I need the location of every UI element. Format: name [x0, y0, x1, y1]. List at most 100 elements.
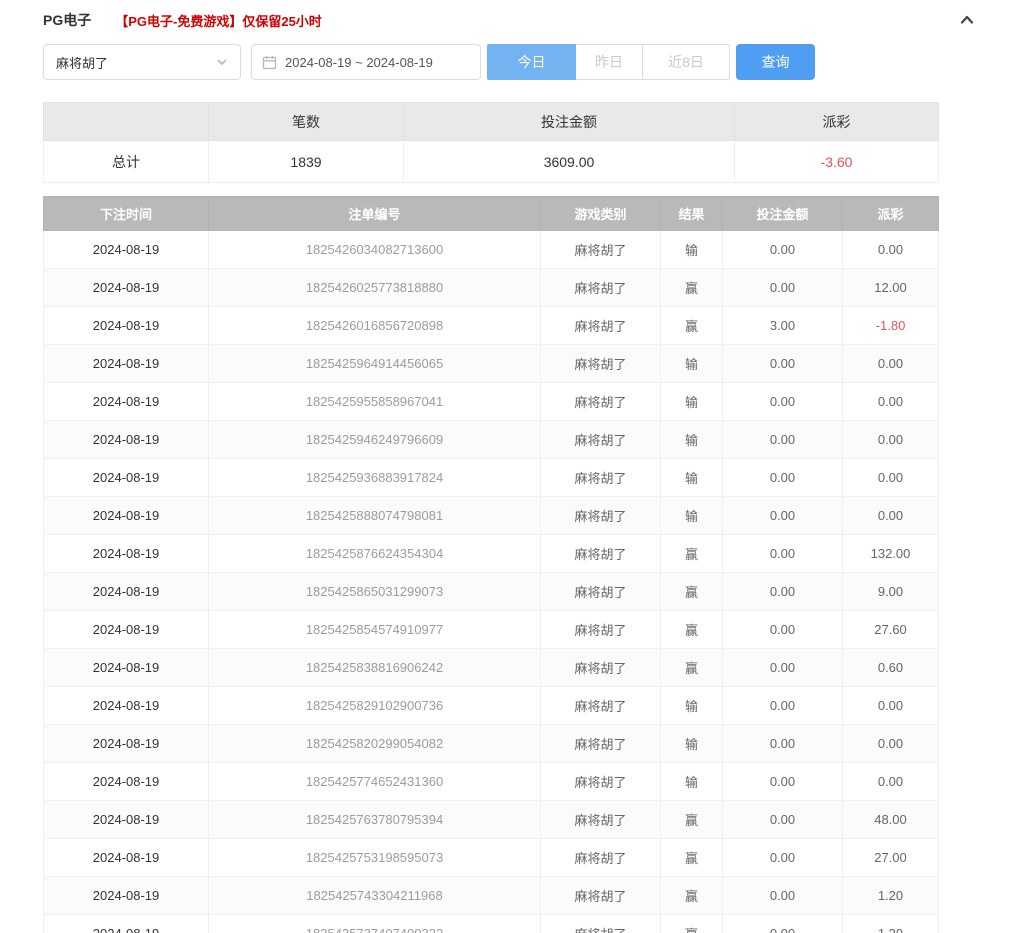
result-cell: 输 [661, 231, 723, 269]
bet-time-cell: 2024-08-19 [44, 459, 209, 497]
quick-filter-yesterday[interactable]: 昨日 [575, 44, 643, 80]
payout-cell: 0.00 [843, 421, 939, 459]
table-row: 2024-08-191825425946249796609麻将胡了输0.000.… [44, 421, 939, 459]
payout-cell: 1.20 [843, 915, 939, 933]
result-cell: 输 [661, 383, 723, 421]
summary-total-count: 1839 [209, 141, 404, 183]
result-cell: 赢 [661, 307, 723, 345]
bet-id-cell: 1825425737407400322 [209, 915, 541, 933]
payout-cell: 0.00 [843, 383, 939, 421]
table-row: 2024-08-191825425753198595073麻将胡了赢0.0027… [44, 839, 939, 877]
bet-id-cell: 1825425964914456065 [209, 345, 541, 383]
payout-cell: 27.60 [843, 611, 939, 649]
bet-amount-cell: 0.00 [723, 839, 843, 877]
game-type-cell: 麻将胡了 [541, 725, 661, 763]
bet-id-cell: 1825425936883917824 [209, 459, 541, 497]
game-type-cell: 麻将胡了 [541, 763, 661, 801]
bet-time-cell: 2024-08-19 [44, 421, 209, 459]
result-cell: 输 [661, 763, 723, 801]
payout-cell: 132.00 [843, 535, 939, 573]
table-row: 2024-08-191825425888074798081麻将胡了输0.000.… [44, 497, 939, 535]
bet-time-cell: 2024-08-19 [44, 345, 209, 383]
summary-total-row: 总计 1839 3609.00 -3.60 [44, 141, 939, 183]
table-row: 2024-08-191825426025773818880麻将胡了赢0.0012… [44, 269, 939, 307]
bet-time-cell: 2024-08-19 [44, 763, 209, 801]
bet-amount-cell: 3.00 [723, 307, 843, 345]
game-select[interactable]: 麻将胡了 [43, 44, 241, 80]
bet-amount-cell: 0.00 [723, 269, 843, 307]
col-header-bet-id: 注单编号 [209, 197, 541, 231]
game-type-cell: 麻将胡了 [541, 915, 661, 933]
col-header-payout: 派彩 [843, 197, 939, 231]
table-row: 2024-08-191825425955858967041麻将胡了输0.000.… [44, 383, 939, 421]
bet-time-cell: 2024-08-19 [44, 535, 209, 573]
result-cell: 赢 [661, 535, 723, 573]
result-cell: 输 [661, 725, 723, 763]
table-row: 2024-08-191825425743304211968麻将胡了赢0.001.… [44, 877, 939, 915]
filter-bar: 麻将胡了 2024-08-19 ~ 2024-08-19 今日 昨日 近8日 查… [43, 44, 976, 80]
bet-table-header-row: 下注时间注单编号游戏类别结果投注金额派彩 [44, 197, 939, 231]
bet-amount-cell: 0.00 [723, 915, 843, 933]
col-header-bet-amount: 投注金额 [723, 197, 843, 231]
table-row: 2024-08-191825426034082713600麻将胡了输0.000.… [44, 231, 939, 269]
game-type-cell: 麻将胡了 [541, 535, 661, 573]
game-type-cell: 麻将胡了 [541, 611, 661, 649]
bet-time-cell: 2024-08-19 [44, 269, 209, 307]
bet-id-cell: 1825425763780795394 [209, 801, 541, 839]
payout-cell: 0.60 [843, 649, 939, 687]
bet-id-cell: 1825426016856720898 [209, 307, 541, 345]
quick-filter-last-8-days[interactable]: 近8日 [642, 44, 730, 80]
bet-amount-cell: 0.00 [723, 573, 843, 611]
summary-total-payout: -3.60 [735, 141, 939, 183]
date-range-value: 2024-08-19 ~ 2024-08-19 [285, 55, 433, 70]
game-type-cell: 麻将胡了 [541, 573, 661, 611]
summary-header-payout: 派彩 [735, 103, 939, 141]
game-type-cell: 麻将胡了 [541, 421, 661, 459]
result-cell: 赢 [661, 839, 723, 877]
result-cell: 输 [661, 421, 723, 459]
bet-id-cell: 1825426025773818880 [209, 269, 541, 307]
payout-cell: 0.00 [843, 345, 939, 383]
payout-cell: -1.80 [843, 307, 939, 345]
bet-amount-cell: 0.00 [723, 421, 843, 459]
quick-filter-today[interactable]: 今日 [487, 44, 576, 80]
table-row: 2024-08-191825425763780795394麻将胡了赢0.0048… [44, 801, 939, 839]
payout-cell: 0.00 [843, 687, 939, 725]
bet-amount-cell: 0.00 [723, 801, 843, 839]
summary-table: 笔数 投注金额 派彩 总计 1839 3609.00 -3.60 [43, 102, 939, 183]
bet-time-cell: 2024-08-19 [44, 725, 209, 763]
bet-time-cell: 2024-08-19 [44, 497, 209, 535]
game-type-cell: 麻将胡了 [541, 307, 661, 345]
bet-table-body: 2024-08-191825426034082713600麻将胡了输0.000.… [44, 231, 939, 933]
bet-id-cell: 1825425876624354304 [209, 535, 541, 573]
bet-id-cell: 1825425829102900736 [209, 687, 541, 725]
payout-cell: 48.00 [843, 801, 939, 839]
game-type-cell: 麻将胡了 [541, 459, 661, 497]
payout-cell: 1.20 [843, 877, 939, 915]
quick-date-filters: 今日 昨日 近8日 [487, 44, 730, 80]
table-row: 2024-08-191825425936883917824麻将胡了输0.000.… [44, 459, 939, 497]
table-row: 2024-08-191825425964914456065麻将胡了输0.000.… [44, 345, 939, 383]
collapse-panel-button[interactable] [958, 11, 976, 29]
bet-id-cell: 1825426034082713600 [209, 231, 541, 269]
payout-cell: 0.00 [843, 231, 939, 269]
bet-amount-cell: 0.00 [723, 535, 843, 573]
bet-amount-cell: 0.00 [723, 763, 843, 801]
date-range-input[interactable]: 2024-08-19 ~ 2024-08-19 [251, 44, 481, 80]
payout-cell: 0.00 [843, 497, 939, 535]
notice-text: 【PG电子-免费游戏】仅保留25小时 [115, 11, 322, 30]
bet-time-cell: 2024-08-19 [44, 687, 209, 725]
bet-id-cell: 1825425888074798081 [209, 497, 541, 535]
col-header-result: 结果 [661, 197, 723, 231]
table-row: 2024-08-191825425838816906242麻将胡了赢0.000.… [44, 649, 939, 687]
bet-amount-cell: 0.00 [723, 877, 843, 915]
payout-cell: 0.00 [843, 725, 939, 763]
bet-id-cell: 1825425865031299073 [209, 573, 541, 611]
chevron-up-icon [958, 11, 976, 29]
bet-time-cell: 2024-08-19 [44, 611, 209, 649]
query-button[interactable]: 查询 [736, 44, 815, 80]
game-type-cell: 麻将胡了 [541, 497, 661, 535]
result-cell: 赢 [661, 801, 723, 839]
bet-amount-cell: 0.00 [723, 383, 843, 421]
game-type-cell: 麻将胡了 [541, 345, 661, 383]
